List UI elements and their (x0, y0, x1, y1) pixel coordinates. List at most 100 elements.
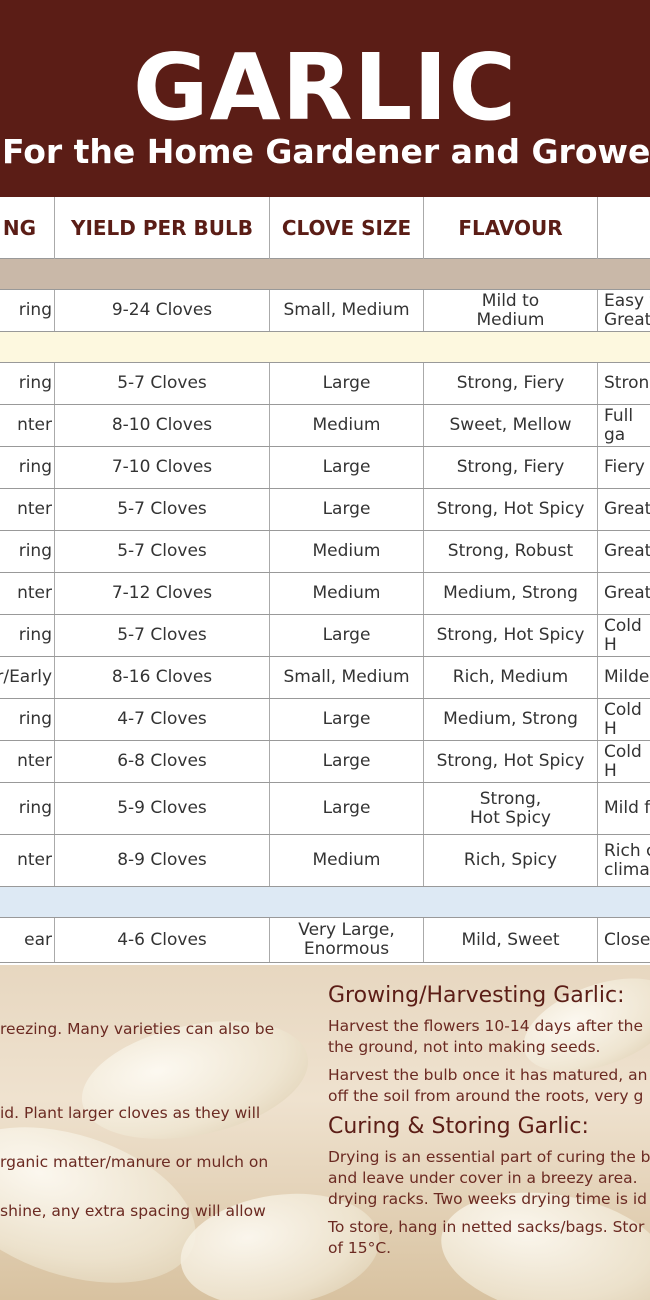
yield-cell: 8-10 Cloves (55, 405, 270, 446)
notes-cell: Full ga (604, 405, 634, 445)
clove-size-cell: Large (270, 447, 424, 488)
yield-cell: 4-7 Cloves (55, 699, 270, 740)
clove-size-cell: Large (270, 699, 424, 740)
growing-text: Harvest the bulb once it has matured, an (328, 1066, 648, 1084)
table-header-row: NG YIELD PER BULB CLOVE SIZE FLAVOUR (0, 197, 650, 259)
header-banner: GARLIC For the Home Gardener and Grower (0, 0, 650, 197)
yield-cell: 7-12 Cloves (55, 573, 270, 614)
table-row: ring 5-7 Cloves Large Strong, Hot Spicy Cold… (0, 615, 650, 657)
yield-cell: 8-16 Cloves (55, 657, 270, 698)
notes-cell: Great (604, 499, 650, 519)
clove-size-cell: Large (270, 363, 424, 404)
yield-cell: 5-7 Cloves (55, 489, 270, 530)
notes-cell: Fiery f (604, 457, 645, 477)
season-cell: nter (0, 741, 55, 782)
note-line: shine, any extra spacing will allow (0, 1202, 266, 1220)
table-row: er/Early8-16 ClovesSmall, MediumRich, Me… (0, 657, 650, 699)
table-row: ring 5-7 Cloves Medium Strong, Robust Great (0, 531, 650, 573)
flavour-cell: Strong, Robust (424, 531, 598, 572)
season-cell: ring (0, 699, 55, 740)
growing-text: off the soil from around the roots, very… (328, 1087, 644, 1105)
season-cell: nter (0, 405, 55, 446)
season-cell: ring (0, 290, 55, 331)
flavour-cell: Mild, Sweet (424, 918, 598, 962)
season-cell: ring (0, 531, 55, 572)
page-subtitle: For the Home Gardener and Grower (2, 132, 650, 171)
flavour-cell: Rich, Spicy (424, 835, 598, 886)
flavour-cell: Rich, Medium (424, 657, 598, 698)
table-row: ring7-10 ClovesLargeStrong, Fiery Fiery f (0, 447, 650, 489)
season-cell: ring (0, 363, 55, 404)
notes-cell: Mild f (604, 798, 650, 818)
garlic-varieties-table: NG YIELD PER BULB CLOVE SIZE FLAVOUR rin… (0, 197, 650, 965)
column-header-season: NG (0, 197, 55, 259)
category-band (0, 887, 650, 918)
flavour-cell: Mild to Medium (424, 290, 598, 331)
column-header-yield: YIELD PER BULB (55, 197, 270, 259)
notes-cell: Easy t Great (604, 290, 650, 330)
page-title: GARLIC (133, 34, 517, 141)
growing-tips-section: reezing. Many varieties can also be id. … (0, 965, 650, 1300)
curing-text: and leave under cover in a breezy area. (328, 1169, 638, 1187)
clove-size-cell: Small, Medium (270, 290, 424, 331)
flavour-cell: Strong, Fiery (424, 363, 598, 404)
clove-size-cell: Large (270, 741, 424, 782)
flavour-cell: Strong, Hot Spicy (424, 489, 598, 530)
notes-cell: Cold H (604, 699, 642, 739)
table-row: nter 8-10 Cloves Medium Sweet, Mellow Full g… (0, 405, 650, 447)
yield-cell: 9-24 Cloves (55, 290, 270, 331)
clove-size-cell: Small, Medium (270, 657, 424, 698)
note-line: rganic matter/manure or mulch on (0, 1153, 269, 1171)
clove-size-cell: Medium (270, 573, 424, 614)
curing-text: Drying is an essential part of curing th… (328, 1148, 650, 1166)
season-cell: ear (0, 918, 55, 962)
table-row: ring 9-24 Cloves Small, Medium Mild to Medi… (0, 290, 650, 332)
table-row: nter 7-12 Cloves Medium Medium, Strong Great (0, 573, 650, 615)
growing-text: Harvest the flowers 10-14 days after the (328, 1017, 644, 1035)
notes-cell: Cold H (604, 741, 642, 781)
column-header-flavour: FLAVOUR (424, 197, 598, 259)
table-row: ring 4-7 Cloves Large Medium, Strong Cold H (0, 699, 650, 741)
category-band (0, 259, 650, 290)
table-row: ring 5-9 Cloves Large Strong, Hot Spicy Mild… (0, 783, 650, 835)
notes-cell: Close (604, 929, 650, 950)
clove-size-cell: Medium (270, 405, 424, 446)
yield-cell: 8-9 Cloves (55, 835, 270, 886)
clove-size-cell: Medium (270, 531, 424, 572)
clove-size-cell: Medium (270, 835, 424, 886)
yield-cell: 5-7 Cloves (55, 615, 270, 656)
notes-cell: Stron (604, 373, 650, 393)
yield-cell: 5-7 Cloves (55, 363, 270, 404)
notes-cell: Rich c climat (604, 840, 650, 880)
season-cell: nter (0, 489, 55, 530)
table-row: ear 4-6 Cloves Very Large, Enormous Mild, S… (0, 918, 650, 963)
table-row: nter 6-8 Cloves Large Strong, Hot Spicy Cold… (0, 741, 650, 783)
yield-cell: 4-6 Cloves (55, 918, 270, 962)
column-header-notes (598, 197, 650, 259)
season-cell: nter (0, 835, 55, 886)
flavour-cell: Strong, Hot Spicy (424, 741, 598, 782)
curing-heading: Curing & Storing Garlic: (328, 1114, 589, 1139)
note-line: reezing. Many varieties can also be (0, 1020, 275, 1038)
season-cell: er/Early (0, 657, 55, 698)
notes-cell: Milde (604, 667, 650, 687)
clove-size-cell: Very Large, Enormous (270, 918, 424, 962)
notes-cell: Great (604, 583, 650, 603)
curing-text: of 15°C. (328, 1239, 392, 1257)
flavour-cell: Strong, Hot Spicy (424, 783, 598, 834)
category-band (0, 332, 650, 363)
season-cell: ring (0, 615, 55, 656)
curing-text: To store, hang in netted sacks/bags. Sto… (328, 1218, 645, 1236)
yield-cell: 5-7 Cloves (55, 531, 270, 572)
notes-cell: Great (604, 541, 650, 561)
table-row: ring 5-7 Cloves Large Strong, Fiery Stron (0, 363, 650, 405)
clove-size-cell: Large (270, 783, 424, 834)
flavour-cell: Medium, Strong (424, 699, 598, 740)
yield-cell: 7-10 Cloves (55, 447, 270, 488)
yield-cell: 6-8 Cloves (55, 741, 270, 782)
notes-cell: Cold H (604, 615, 642, 655)
yield-cell: 5-9 Cloves (55, 783, 270, 834)
flavour-cell: Strong, Fiery (424, 447, 598, 488)
growing-heading: Growing/Harvesting Garlic: (328, 983, 625, 1008)
table-row: nter 5-7 Cloves Large Strong, Hot Spicy Grea… (0, 489, 650, 531)
